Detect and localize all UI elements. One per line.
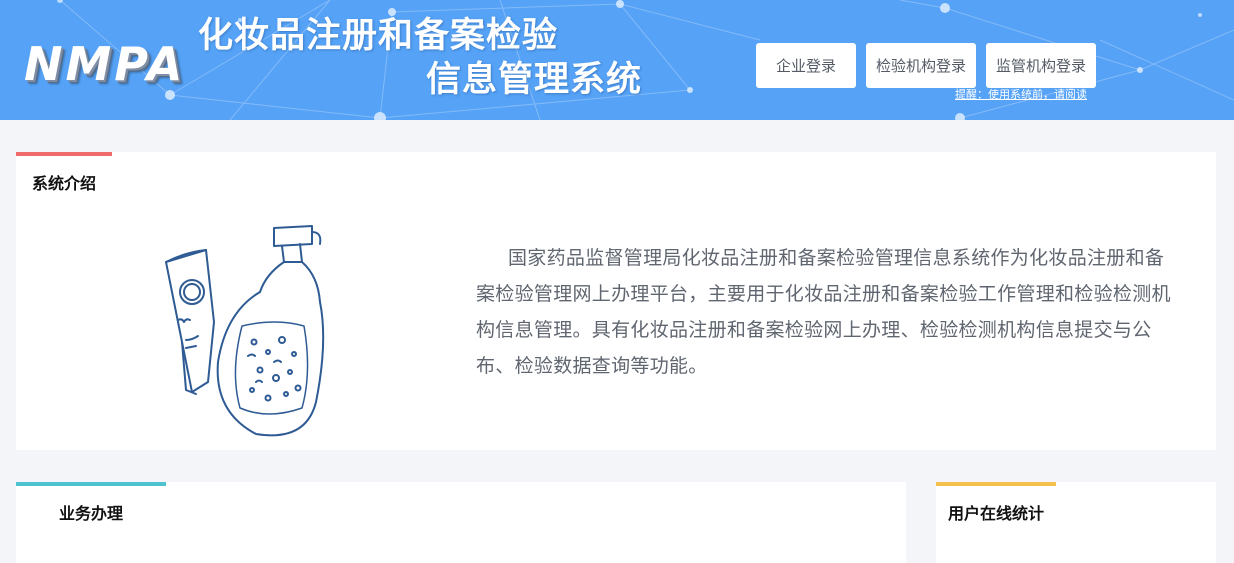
- regulator-login-button[interactable]: 监管机构登录: [986, 43, 1096, 88]
- business-title: 业务办理: [59, 504, 124, 523]
- intro-title: 系统介绍: [32, 174, 97, 193]
- intro-description: 国家药品监督管理局化妆品注册和备案检验管理信息系统作为化妆品注册和备案检验管理网…: [476, 247, 1171, 377]
- reminder-link[interactable]: 提醒：使用系统前，请阅读: [955, 88, 1087, 102]
- nmpa-logo: NMPA: [24, 37, 186, 91]
- cosmetics-bottle-icon: [165, 225, 325, 437]
- enterprise-login-button[interactable]: 企业登录: [756, 43, 856, 88]
- business-panel: 业务办理: [16, 482, 906, 563]
- system-title-line2: 信息管理系统: [426, 60, 643, 100]
- inspection-agency-login-button[interactable]: 检验机构登录: [866, 43, 976, 88]
- page-header: NMPA 化妆品注册和备案检验 信息管理系统 企业登录 检验机构登录 监管机构登…: [0, 0, 1234, 120]
- online-stats-panel: 用户在线统计: [936, 482, 1216, 563]
- system-intro-panel: 系统介绍 国家药品监督管理局化妆品注册和备案检验管理信息系统作为化妆品注册和备案…: [16, 152, 1216, 450]
- stats-title: 用户在线统计: [948, 504, 1045, 523]
- system-title-line1: 化妆品注册和备案检验: [198, 16, 559, 56]
- intro-accent-bar: [16, 152, 112, 156]
- stats-accent-bar: [936, 482, 1056, 486]
- business-accent-bar: [16, 482, 166, 486]
